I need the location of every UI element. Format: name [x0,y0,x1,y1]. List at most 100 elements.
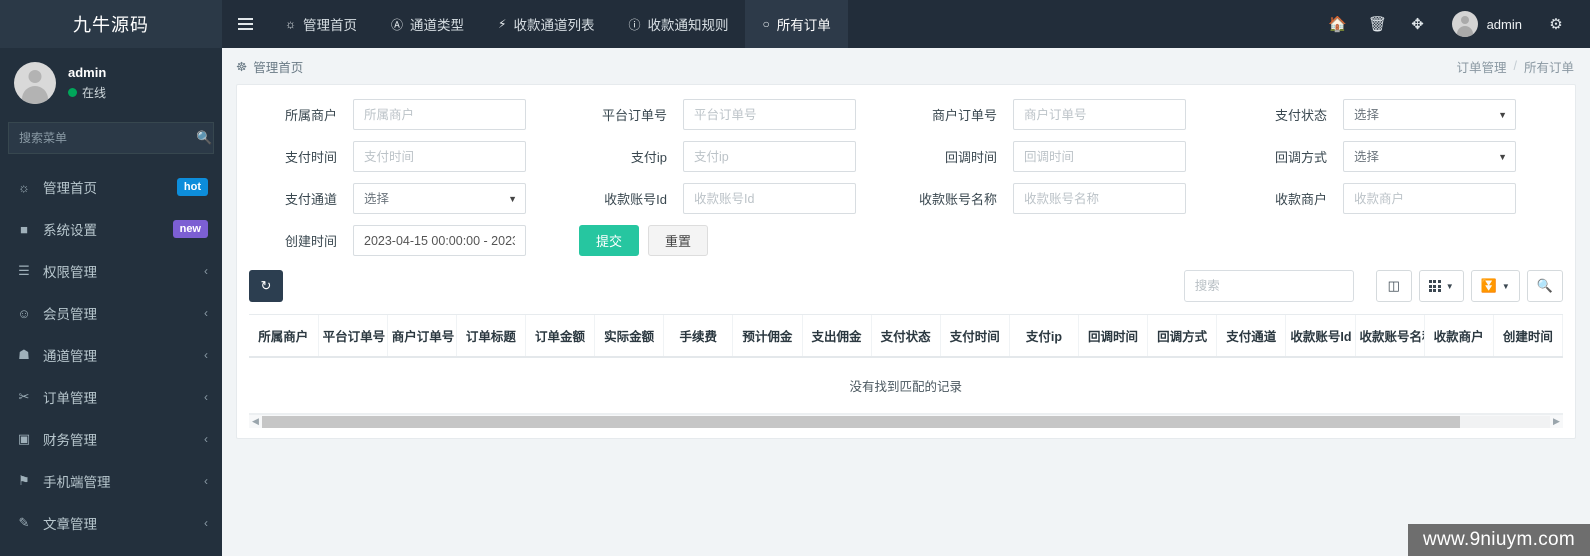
table-header-9[interactable]: 支付状态 [871,315,941,358]
sidebar-item-3[interactable]: ☺ 会员管理 ‹ [0,292,222,334]
filter-field-pay-channel: 支付通道 选择 ▼ [249,183,579,214]
sidebar-item-7[interactable]: ⚑ 手机端管理 ‹ [0,460,222,502]
orders-table: 所属商户 平台订单号 商户订单号 订单标题 订单金额 实际金额 手续费 预计佣金 支出佣金 支付状… [249,315,1564,414]
horizontal-scrollbar[interactable]: ◀ ▶ [249,414,1563,428]
tab-0[interactable]: ☼ 管理首页 [268,0,374,48]
table-header-13[interactable]: 回调方式 [1147,315,1218,358]
platform-order-no-input[interactable] [683,99,856,130]
table-header-4[interactable]: 订单金额 [525,315,596,358]
sidebar-search[interactable]: 🔍 [8,122,214,154]
callback-time-input[interactable] [1013,141,1186,172]
filter-label-merchant-order-no: 商户订单号 [931,108,997,123]
pay-ip-input[interactable] [683,141,856,172]
export-icon[interactable]: ⏬ ▼ [1470,270,1520,302]
folder-icon: ■ [20,221,28,237]
list-icon: ☰ [18,263,30,278]
refresh-icon[interactable]: ↻ [249,270,283,302]
menu-search-input[interactable] [9,131,184,145]
receive-account-name-input[interactable] [1013,183,1186,214]
table-header-11[interactable]: 支付ip [1009,315,1080,358]
receive-merchant-input[interactable] [1343,183,1516,214]
filter-label-receive-account-name: 收款账号名称 [918,192,997,207]
avatar-small [1451,11,1478,37]
expand-icon[interactable]: ✥ [1398,0,1438,48]
merchant-input[interactable] [353,99,526,130]
table-header-0[interactable]: 所属商户 [249,315,319,358]
filter-field-receive-account-name: 收款账号名称 [909,183,1239,214]
home-icon[interactable]: 🏠 [1318,0,1358,48]
user-menu[interactable]: admin [1438,11,1536,37]
grid-icon[interactable]: ▼ [1418,270,1464,302]
search-icon-button[interactable]: 🔍 [1526,270,1563,302]
filter-field-pay-ip: 支付ip [579,141,909,172]
table-header-7[interactable]: 预计佣金 [732,315,803,358]
filter-row-2: 支付通道 选择▼ 收款账号Id 收款账号名称 收款商户 [249,183,1563,214]
scrollbar-track[interactable] [262,415,1550,428]
filter-form: 所属商户平台订单号商户订单号支付状态选择▼支付时间支付ip回调时间回调方式选择▼… [249,99,1563,214]
table-header-8[interactable]: 支出佣金 [802,315,872,358]
breadcrumb-current: 所有订单 [1523,60,1574,75]
table-header-15[interactable]: 收款账号Id [1285,315,1356,358]
watermark: www.9niuym.com [1407,524,1590,556]
scissors-icon: ✂ [18,389,30,404]
chevron-down-icon-2: ▼ [1501,281,1510,291]
table-search-input[interactable] [1183,270,1354,302]
filter-label-pay-status: 支付状态 [1274,108,1327,123]
table-header-5[interactable]: 实际金额 [594,315,665,358]
table-header-3[interactable]: 订单标题 [456,315,527,358]
chevron-left-icon-5: ‹ [204,390,208,404]
pay-status-select[interactable]: 选择 [1343,99,1516,130]
table-header-18[interactable]: 创建时间 [1493,315,1564,358]
export-glyph-icon: ⏬ [1480,278,1497,293]
table-header-2[interactable]: 商户订单号 [387,315,457,358]
table-header-12[interactable]: 回调时间 [1078,315,1149,358]
avatar [14,62,56,104]
filter-field-receive-account-id: 收款账号Id [579,183,909,214]
table-header-14[interactable]: 支付通道 [1216,315,1287,358]
sidebar-item-0[interactable]: ☼ 管理首页 hot [0,166,222,208]
merchant-order-no-input[interactable] [1013,99,1186,130]
trash-icon[interactable]: 🗑 [1358,0,1398,48]
breadcrumb-left-label[interactable]: 管理首页 [253,57,303,76]
sidebar-item-4[interactable]: ☗ 通道管理 ‹ [0,334,222,376]
scroll-left-icon[interactable]: ◀ [249,416,262,427]
chevron-left-icon-3: ‹ [204,306,208,320]
submit-button[interactable]: 提交 [579,225,640,256]
sidebar-item-5[interactable]: ✂ 订单管理 ‹ [0,376,222,418]
sidebar-item-6[interactable]: ▣ 财务管理 ‹ [0,418,222,460]
reset-button[interactable]: 重置 [648,225,709,256]
pay-time-input[interactable] [353,141,526,172]
sidebar-item-2[interactable]: ☰ 权限管理 ‹ [0,250,222,292]
filter-label-pay-time: 支付时间 [284,150,337,165]
sidebar-item-8[interactable]: ✎ 文章管理 ‹ [0,502,222,544]
scrollbar-thumb[interactable] [262,415,1460,428]
sidebar-item-label-4: 通道管理 [43,349,97,364]
create-time-input[interactable] [353,225,526,256]
tab-4[interactable]: ○ 所有订单 [745,0,848,48]
admin-page: 九牛源码 admin 在线 🔍 ☼ 管理首页 hot ■ 系统设置 new ☰ 权限管理 ‹ ☺ 会… [0,0,1590,556]
sidebar-menu: ☼ 管理首页 hot ■ 系统设置 new ☰ 权限管理 ‹ ☺ 会员管理 ‹ ☗ 通道管理 ‹ ✂ 订单管理 ‹… [0,166,222,556]
columns-icon[interactable]: ◫ [1375,270,1412,302]
callback-method-select[interactable]: 选择 [1343,141,1516,172]
breadcrumb-parent[interactable]: 订单管理 [1456,57,1506,76]
filter-label-platform-order-no: 平台订单号 [601,108,667,123]
gears-icon[interactable]: ⚙ [1536,0,1576,48]
table-header-16[interactable]: 收款账号名称 [1355,315,1425,358]
table-header-10[interactable]: 支付时间 [940,315,1010,358]
tab-3[interactable]: ⓘ 收款通知规则 [611,0,745,48]
receive-account-id-input[interactable] [683,183,856,214]
menu-toggle-icon[interactable] [222,0,268,48]
table-header-6[interactable]: 手续费 [663,315,734,358]
sidebar-user-status: 在线 [68,84,106,101]
tab-2[interactable]: ⚡ 收款通道列表 [481,0,611,48]
filter-actions: 提交 重置 [579,225,709,256]
chevron-down-icon: ▼ [1445,281,1454,291]
scroll-right-icon[interactable]: ▶ [1550,416,1563,427]
chevron-left-icon-6: ‹ [204,432,208,446]
table-header-17[interactable]: 收款商户 [1424,315,1494,358]
brand-logo[interactable]: 九牛源码 [0,0,222,48]
tab-1[interactable]: Ⓐ 通道类型 [374,0,481,48]
sidebar-item-1[interactable]: ■ 系统设置 new [0,208,222,250]
table-header-1[interactable]: 平台订单号 [318,315,388,358]
pay-channel-select[interactable]: 选择 [353,183,526,214]
